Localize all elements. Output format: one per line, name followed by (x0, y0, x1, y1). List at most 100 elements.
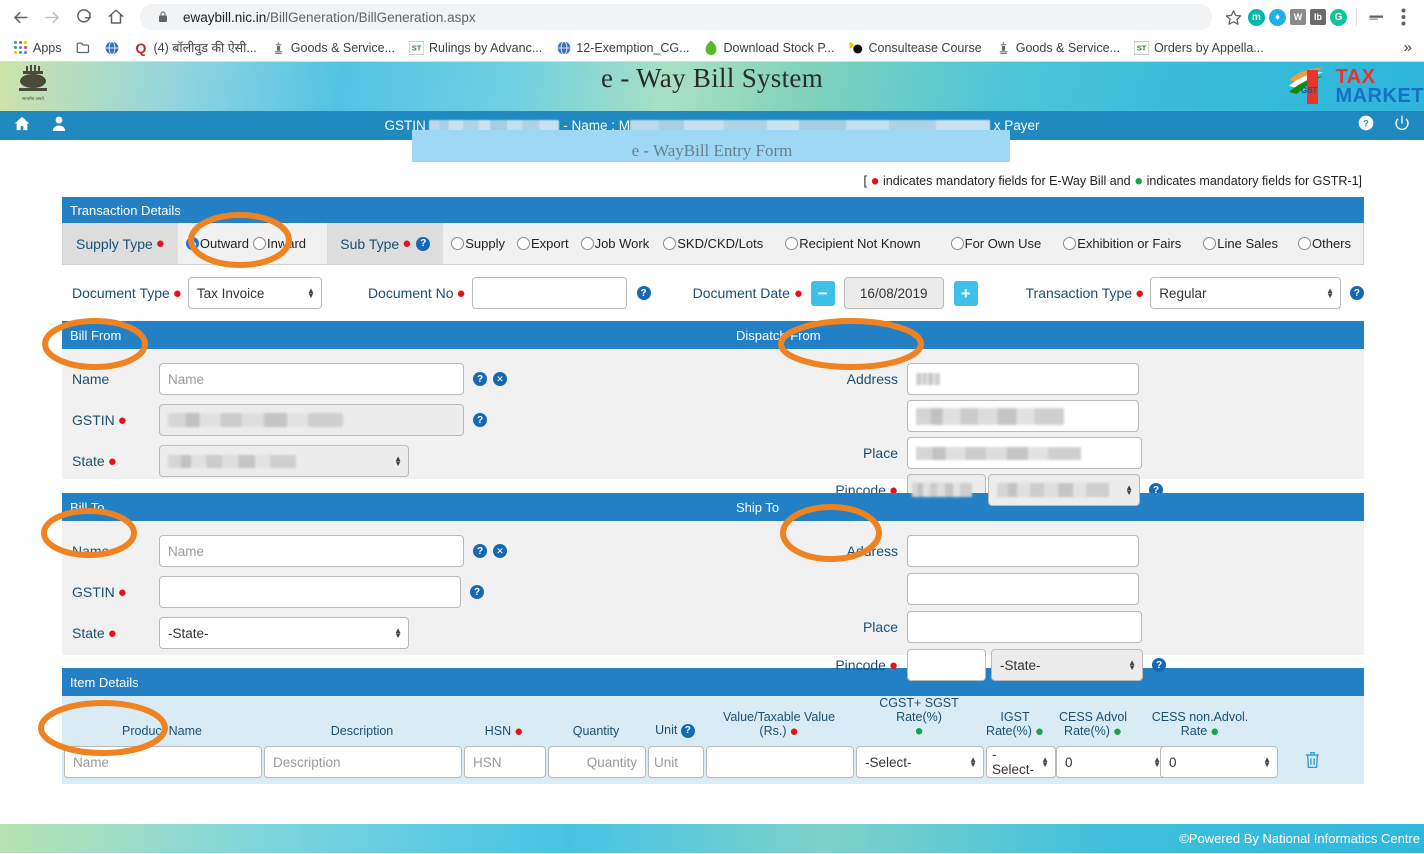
unit-help-icon[interactable]: ? (680, 724, 695, 738)
svg-text:GST: GST (1301, 86, 1318, 95)
item-product-name-input[interactable] (64, 746, 262, 778)
radio-export[interactable]: Export (517, 236, 569, 251)
radio-for-own-use[interactable]: For Own Use (950, 236, 1041, 251)
bookmark-apps[interactable]: Apps (6, 38, 69, 57)
radio-recipient-not-known[interactable]: Recipient Not Known (785, 236, 921, 251)
bookmark-goods-services-1[interactable]: Goods & Service... (264, 38, 402, 57)
trash-delete-icon[interactable] (1304, 751, 1321, 774)
user-profile-icon[interactable] (52, 116, 66, 136)
item-cgst-sgst-rate-select[interactable]: -Select- ▲ ▼ (856, 746, 984, 778)
dispatch-from-address-line1-input[interactable] (907, 363, 1139, 395)
item-cess-nonadvol-rate-select[interactable]: 0 ▲ ▼ (1160, 746, 1278, 778)
bookmark-exemption[interactable]: 12-Exemption_CG... (549, 38, 696, 57)
item-description-input[interactable] (264, 746, 462, 778)
bill-to-name-help-icon[interactable]: ? (473, 544, 487, 558)
radio-supply[interactable]: Supply (451, 236, 505, 251)
bill-from-state-select[interactable]: ▲ ▼ (159, 445, 409, 477)
ship-to-address2-row (713, 573, 1364, 605)
bookmark-globe[interactable] (98, 38, 127, 57)
home-icon[interactable] (14, 116, 30, 136)
document-no-input[interactable] (471, 277, 627, 309)
three-dot-menu-icon[interactable] (1392, 6, 1414, 28)
sub-type-help-icon[interactable]: ? (416, 236, 431, 251)
back-arrow-icon[interactable] (6, 3, 34, 31)
bookmark-orders-appellate[interactable]: ST Orders by Appella... (1127, 38, 1271, 57)
quora-icon: Q (135, 39, 147, 56)
bill-from-name-help-icon[interactable]: ? (473, 372, 487, 386)
bookmarks-overflow-button[interactable]: » (1404, 39, 1416, 56)
bill-to-gstin-help-icon[interactable]: ? (470, 585, 484, 599)
radio-others[interactable]: Others (1297, 236, 1351, 251)
bookmark-goods-services-2[interactable]: Goods & Service... (989, 38, 1127, 57)
chevron-updown-icon: ▲ ▼ (394, 626, 402, 640)
section-title: Transaction Details (70, 202, 181, 218)
forward-arrow-icon[interactable] (38, 3, 66, 31)
item-quantity-input[interactable] (548, 746, 646, 778)
radio-outward[interactable]: Outward (185, 236, 249, 251)
bookmark-quora[interactable]: Q (4) बॉलीवुड की ऐसी... (127, 37, 264, 58)
power-logout-icon[interactable] (1394, 115, 1410, 136)
radio-exhibition-or-fairs[interactable]: Exhibition or Fairs (1063, 236, 1181, 251)
bill-from-gstin-help-icon[interactable]: ? (473, 413, 487, 427)
radio-line-sales[interactable]: Line Sales (1203, 236, 1278, 251)
star-icon[interactable] (1222, 6, 1244, 28)
document-date-field[interactable]: 16/08/2019 (843, 277, 944, 309)
ship-to-place-input[interactable] (907, 611, 1142, 643)
reload-icon[interactable] (70, 3, 98, 31)
m-extension-icon[interactable]: m (1248, 8, 1265, 26)
radio-inward[interactable]: Inward (253, 236, 306, 251)
minimize-icon[interactable] (1366, 6, 1388, 28)
home-icon[interactable] (102, 3, 130, 31)
ship-to-address-line1-input[interactable] (907, 535, 1139, 567)
transaction-type-help-icon[interactable]: ? (1349, 286, 1364, 300)
transaction-type-select[interactable]: Regular ▲ ▼ (1150, 277, 1341, 309)
bill-to-state-select[interactable]: -State- ▲ ▼ (159, 617, 409, 649)
document-type-select[interactable]: Tax Invoice ▲ ▼ (187, 277, 322, 309)
radio-skd-ckd-lots[interactable]: SKD/CKD/Lots (663, 236, 763, 251)
bill-to-state-value: -State- (168, 625, 209, 641)
dispatch-from-state-select[interactable]: ▲ ▼ (988, 474, 1140, 506)
item-cess-advol-rate-select[interactable]: 0 ▲ ▼ (1056, 746, 1168, 778)
dispatch-from-place-input[interactable] (907, 437, 1142, 469)
site-banner: सत्यमेव जयते e - Way Bill System GST TAX… (0, 62, 1424, 111)
radio-outward-input[interactable] (185, 237, 199, 250)
bookmark-consultease[interactable]: Consultease Course (841, 38, 988, 57)
help-circle-icon[interactable]: ? (1358, 115, 1374, 136)
bill-to-name-clear-icon[interactable]: ✕ (493, 544, 507, 558)
evernote-extension-icon[interactable]: ♦ (1269, 8, 1286, 26)
bookmark-label: Goods & Service... (290, 40, 395, 55)
item-unit-input[interactable] (648, 746, 704, 778)
radio-job-work[interactable]: Job Work (580, 236, 649, 251)
radio-inward-label: Inward (267, 236, 307, 251)
bill-from-name-input[interactable] (159, 363, 464, 395)
radio-inward-input[interactable] (253, 237, 266, 250)
dispatch-from-address-line2-input[interactable] (907, 400, 1139, 432)
address-line1-redacted (916, 373, 940, 385)
ship-to-pincode-help-icon[interactable]: ? (1152, 658, 1166, 672)
bookmark-rulings[interactable]: ST Rulings by Advanc... (402, 38, 549, 57)
item-value-taxable-input[interactable] (706, 746, 854, 778)
ship-to-address-line2-input[interactable] (907, 573, 1139, 605)
bill-to-gstin-input[interactable] (159, 576, 461, 608)
bookmark-folder[interactable] (69, 38, 98, 57)
document-no-help-icon[interactable]: ? (636, 286, 651, 300)
item-hsn-input[interactable] (464, 746, 546, 778)
bookmark-label: Orders by Appella... (1153, 40, 1264, 55)
grammarly-extension-icon[interactable]: G (1330, 8, 1347, 26)
ib-extension-icon[interactable]: Ib (1310, 9, 1326, 25)
ship-to-state-select[interactable]: -State- ▲ ▼ (991, 649, 1143, 681)
chevron-updown-icon: ▲ ▼ (307, 286, 315, 300)
bill-from-gstin-input[interactable] (159, 404, 464, 436)
date-increment-button[interactable]: + (953, 280, 978, 306)
item-igst-rate-select[interactable]: -Select- ▲ ▼ (986, 746, 1056, 778)
browser-chrome: ewaybill.nic.in/BillGeneration/BillGener… (0, 0, 1424, 62)
address-bar[interactable]: ewaybill.nic.in/BillGeneration/BillGener… (140, 4, 1212, 30)
bill-from-name-clear-icon[interactable]: ✕ (493, 372, 507, 386)
bill-from-gstin-label: GSTIN ● (72, 412, 127, 430)
ship-to-pincode-input[interactable] (907, 649, 986, 681)
chevron-updown-icon: ▲ ▼ (394, 454, 402, 468)
date-decrement-button[interactable]: − (810, 280, 835, 306)
bill-to-name-input[interactable] (159, 535, 464, 567)
bookmark-download-stock[interactable]: Download Stock P... (697, 38, 842, 57)
wu-extension-icon[interactable]: W (1290, 9, 1306, 25)
